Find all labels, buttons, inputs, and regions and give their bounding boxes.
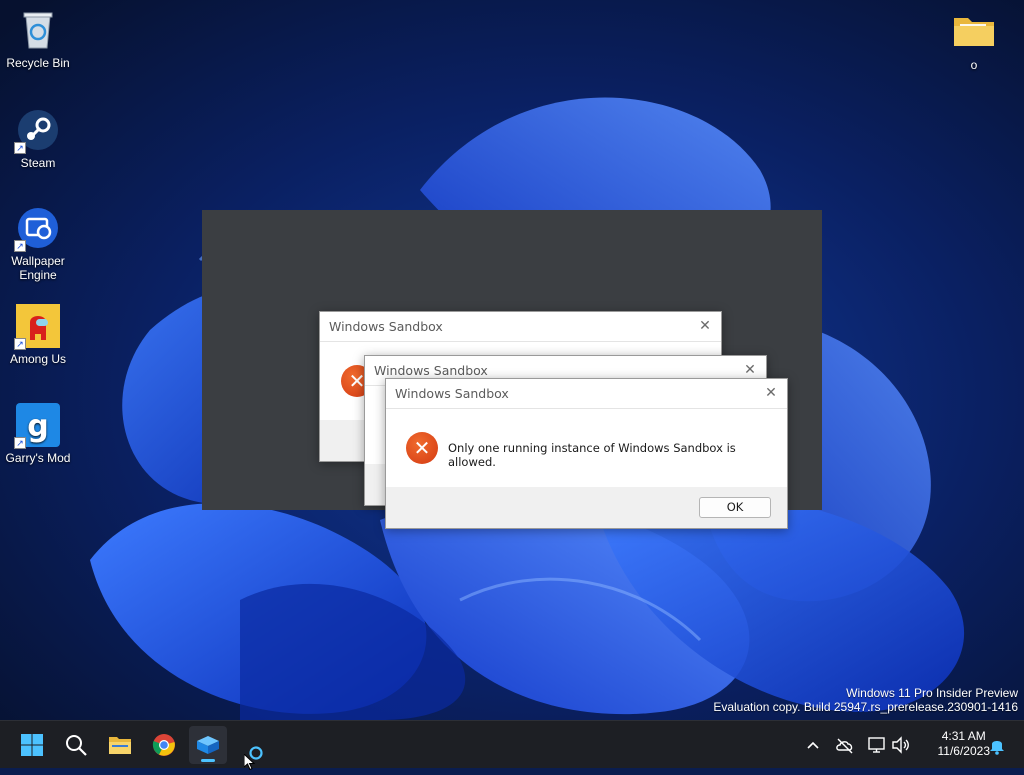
dialog-title: Windows Sandbox: [395, 386, 509, 401]
desktop-icon-wallpaper-engine[interactable]: ↗ Wallpaper Engine: [0, 206, 76, 282]
desktop-icon-among-us[interactable]: ↗ Among Us: [0, 304, 76, 366]
dialog-title: Windows Sandbox: [329, 319, 443, 334]
start-icon: [21, 734, 43, 756]
shortcut-arrow-icon: ↗: [14, 437, 26, 449]
chrome-icon: [152, 734, 175, 756]
shortcut-arrow-icon: ↗: [14, 338, 26, 350]
wallpaper-engine-icon: ↗: [14, 206, 60, 252]
notification-bell-icon[interactable]: [986, 734, 1008, 756]
taskbar: 4:31 AM 11/6/2023: [0, 720, 1024, 768]
active-app-indicator: [201, 759, 215, 762]
clock-date: 11/6/2023: [937, 744, 991, 758]
desktop-icon-label: Among Us: [9, 352, 67, 366]
network-icon[interactable]: [866, 734, 888, 756]
dialog-footer: OK: [386, 487, 787, 528]
close-icon[interactable]: ✕: [695, 317, 715, 335]
folder-icon: [952, 10, 996, 54]
dialog-titlebar[interactable]: Windows Sandbox ✕: [320, 312, 721, 342]
watermark-line-1: Windows 11 Pro Insider Preview: [846, 686, 1018, 700]
shortcut-arrow-icon: ↗: [14, 240, 26, 252]
ok-button[interactable]: OK: [699, 497, 771, 518]
system-clock[interactable]: 4:31 AM 11/6/2023: [938, 729, 991, 759]
windows-sandbox-icon: [197, 736, 219, 754]
among-us-icon: ↗: [14, 304, 60, 350]
volume-icon[interactable]: [890, 734, 912, 756]
start-button[interactable]: [13, 726, 51, 764]
onedrive-offline-icon[interactable]: [834, 734, 856, 756]
desktop-icon-folder-o[interactable]: o: [936, 10, 1012, 72]
clock-time: 4:31 AM: [941, 729, 986, 743]
dialog-title: Windows Sandbox: [374, 363, 488, 378]
garrys-mod-icon: g ↗: [14, 403, 60, 449]
chevron-up-icon[interactable]: [802, 734, 824, 756]
search-button[interactable]: [57, 726, 95, 764]
watermark-line-2: Evaluation copy. Build 25947.rs_prerelea…: [713, 700, 1018, 714]
close-icon[interactable]: ✕: [761, 384, 781, 402]
desktop-icon-steam[interactable]: ↗ Steam: [0, 108, 76, 170]
dialog-body: ✕ Only one running instance of Windows S…: [386, 409, 787, 487]
file-explorer-button[interactable]: [101, 726, 139, 764]
desktop-icon-label: Recycle Bin: [6, 56, 70, 70]
windows-sandbox-button[interactable]: [189, 726, 227, 764]
desktop-icon-recycle-bin[interactable]: Recycle Bin: [0, 8, 76, 70]
desktop-icon-label: Steam: [20, 156, 56, 170]
evaluation-watermark: Windows 11 Pro Insider Preview Evaluatio…: [713, 686, 1018, 714]
desktop-icon-label: o: [970, 58, 978, 72]
search-icon: [66, 735, 87, 756]
close-icon[interactable]: ✕: [740, 361, 760, 379]
dialog-titlebar[interactable]: Windows Sandbox ✕: [386, 379, 787, 409]
dialog-message: Only one running instance of Windows San…: [448, 441, 736, 469]
shortcut-arrow-icon: ↗: [14, 142, 26, 154]
recycle-bin-icon: [16, 8, 60, 52]
file-explorer-icon: [109, 737, 131, 754]
desktop-icon-garrys-mod[interactable]: g ↗ Garry's Mod: [0, 403, 76, 465]
steam-icon: ↗: [14, 108, 60, 154]
svg-text:g: g: [27, 409, 48, 444]
desktop-icon-label: Garry's Mod: [5, 451, 71, 465]
chrome-button[interactable]: [145, 726, 183, 764]
error-icon: ✕: [406, 432, 438, 464]
desktop-icon-label: Wallpaper Engine: [11, 254, 65, 282]
error-dialog-3[interactable]: Windows Sandbox ✕ ✕ Only one running ins…: [385, 378, 788, 529]
mouse-cursor-icon: [243, 752, 256, 775]
